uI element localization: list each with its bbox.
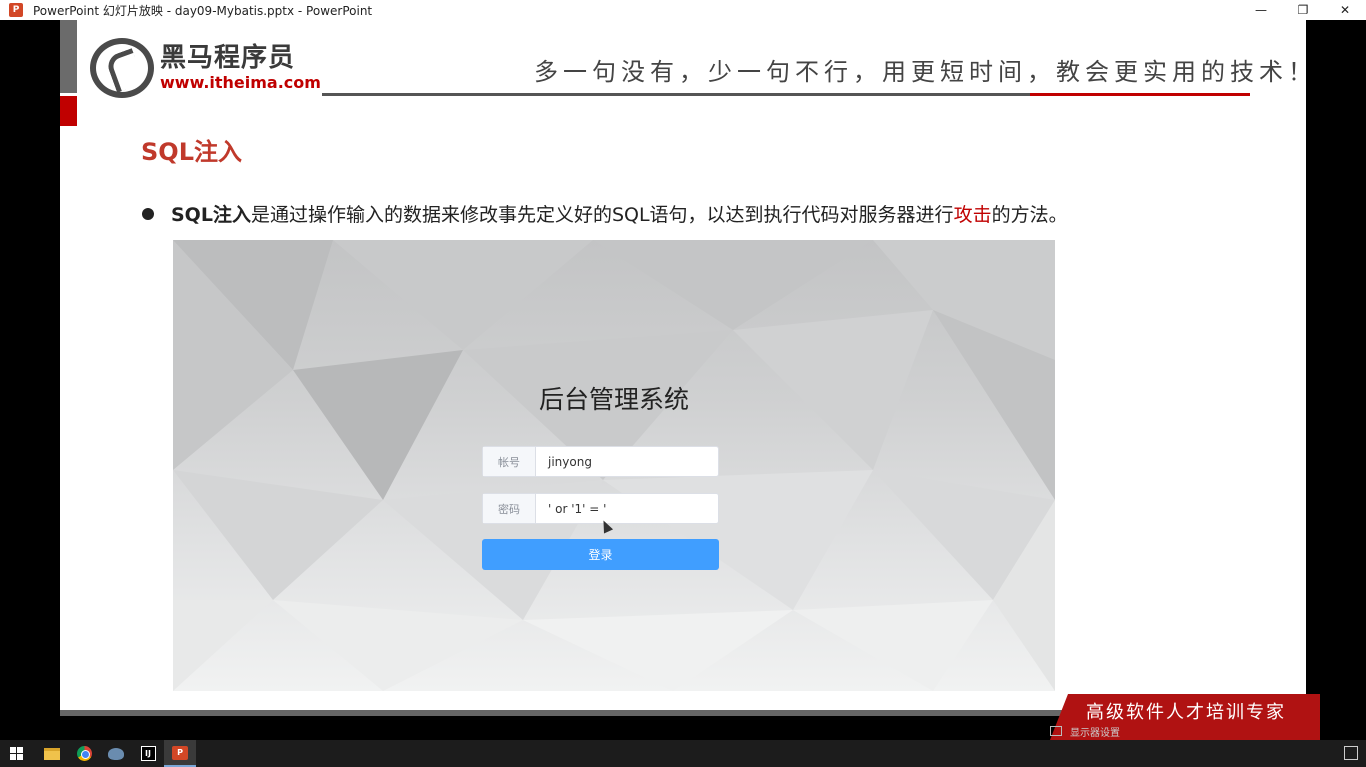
logo: 黑马程序员 www.itheima.com xyxy=(90,38,321,98)
logo-url: www.itheima.com xyxy=(160,73,321,92)
login-button[interactable]: 登录 xyxy=(482,539,719,570)
intellij-icon: IJ xyxy=(140,746,156,761)
logo-text: 黑马程序员 www.itheima.com xyxy=(160,43,321,93)
password-field[interactable]: 密码 ' or '1' = ' xyxy=(482,493,719,524)
slide[interactable]: 黑马程序员 www.itheima.com 多一句没有，少一句不行，用更短时间，… xyxy=(60,20,1306,716)
slide-left-gray-bar xyxy=(60,20,77,93)
window-title: PowerPoint 幻灯片放映 - day09-Mybatis.pptx - … xyxy=(33,3,373,18)
password-label: 密码 xyxy=(483,494,536,523)
slide-left-red-bar xyxy=(60,96,77,126)
logo-cn: 黑马程序员 xyxy=(160,43,296,73)
chrome-icon xyxy=(76,746,92,761)
bullet-body: 是通过操作输入的数据来修改事先定义好的SQL语句，以达到执行代码对服务器进行 xyxy=(250,204,954,226)
login-title: 后台管理系统 xyxy=(538,385,689,414)
username-field[interactable]: 帐号 jinyong xyxy=(482,446,719,477)
minimize-button[interactable]: — xyxy=(1240,0,1282,20)
bullet-highlight: 攻击 xyxy=(953,204,992,226)
taskbar-powerpoint[interactable]: P xyxy=(164,740,196,767)
display-settings-icon[interactable] xyxy=(1050,726,1062,736)
bullet-strong: SQL注入 xyxy=(171,204,251,226)
notification-icon[interactable] xyxy=(1344,746,1358,760)
powerpoint-taskbar-icon: P xyxy=(172,745,188,760)
login-screenshot: 后台管理系统 帐号 jinyong 密码 ' or '1' = ' 登录 xyxy=(173,240,1055,691)
restore-button[interactable]: ❐ xyxy=(1282,0,1324,20)
close-button[interactable]: ✕ xyxy=(1324,0,1366,20)
password-input[interactable]: ' or '1' = ' xyxy=(536,494,606,523)
slide-title: SQL注入 xyxy=(141,138,242,166)
bullet-item: SQL注入是通过操作输入的数据来修改事先定义好的SQL语句，以达到执行代码对服务… xyxy=(142,200,1068,227)
slogan: 多一句没有，少一句不行，用更短时间，教会更实用的技术！ xyxy=(534,58,1306,86)
bullet-tail: 的方法。 xyxy=(991,204,1068,226)
window-titlebar: P PowerPoint 幻灯片放映 - day09-Mybatis.pptx … xyxy=(0,0,1366,20)
bird-app-icon xyxy=(108,747,124,760)
taskbar-app[interactable] xyxy=(100,740,132,767)
start-button[interactable] xyxy=(0,740,32,767)
horse-logo-icon xyxy=(90,38,154,98)
slideshow-status-bar: 显示器设置 xyxy=(1050,722,1120,740)
taskbar-explorer[interactable] xyxy=(36,740,68,767)
bullet-text: SQL注入是通过操作输入的数据来修改事先定义好的SQL语句，以达到执行代码对服务… xyxy=(171,200,1068,227)
windows-icon xyxy=(9,747,23,760)
window-controls: — ❐ ✕ xyxy=(1240,0,1366,20)
banner-text: 高级软件人才培训专家 xyxy=(1086,702,1286,723)
display-settings-label[interactable]: 显示器设置 xyxy=(1070,724,1120,739)
username-label: 帐号 xyxy=(483,447,536,476)
taskbar-intellij[interactable]: IJ xyxy=(132,740,164,767)
bullet-dot-icon xyxy=(142,207,154,220)
slogan-underline-red xyxy=(1030,93,1250,96)
taskbar: IJ P xyxy=(0,740,1366,767)
powerpoint-icon: P xyxy=(9,3,23,17)
slideshow-stage: 黑马程序员 www.itheima.com 多一句没有，少一句不行，用更短时间，… xyxy=(0,20,1366,740)
folder-icon xyxy=(44,747,60,760)
taskbar-chrome[interactable] xyxy=(68,740,100,767)
username-input[interactable]: jinyong xyxy=(536,447,592,476)
